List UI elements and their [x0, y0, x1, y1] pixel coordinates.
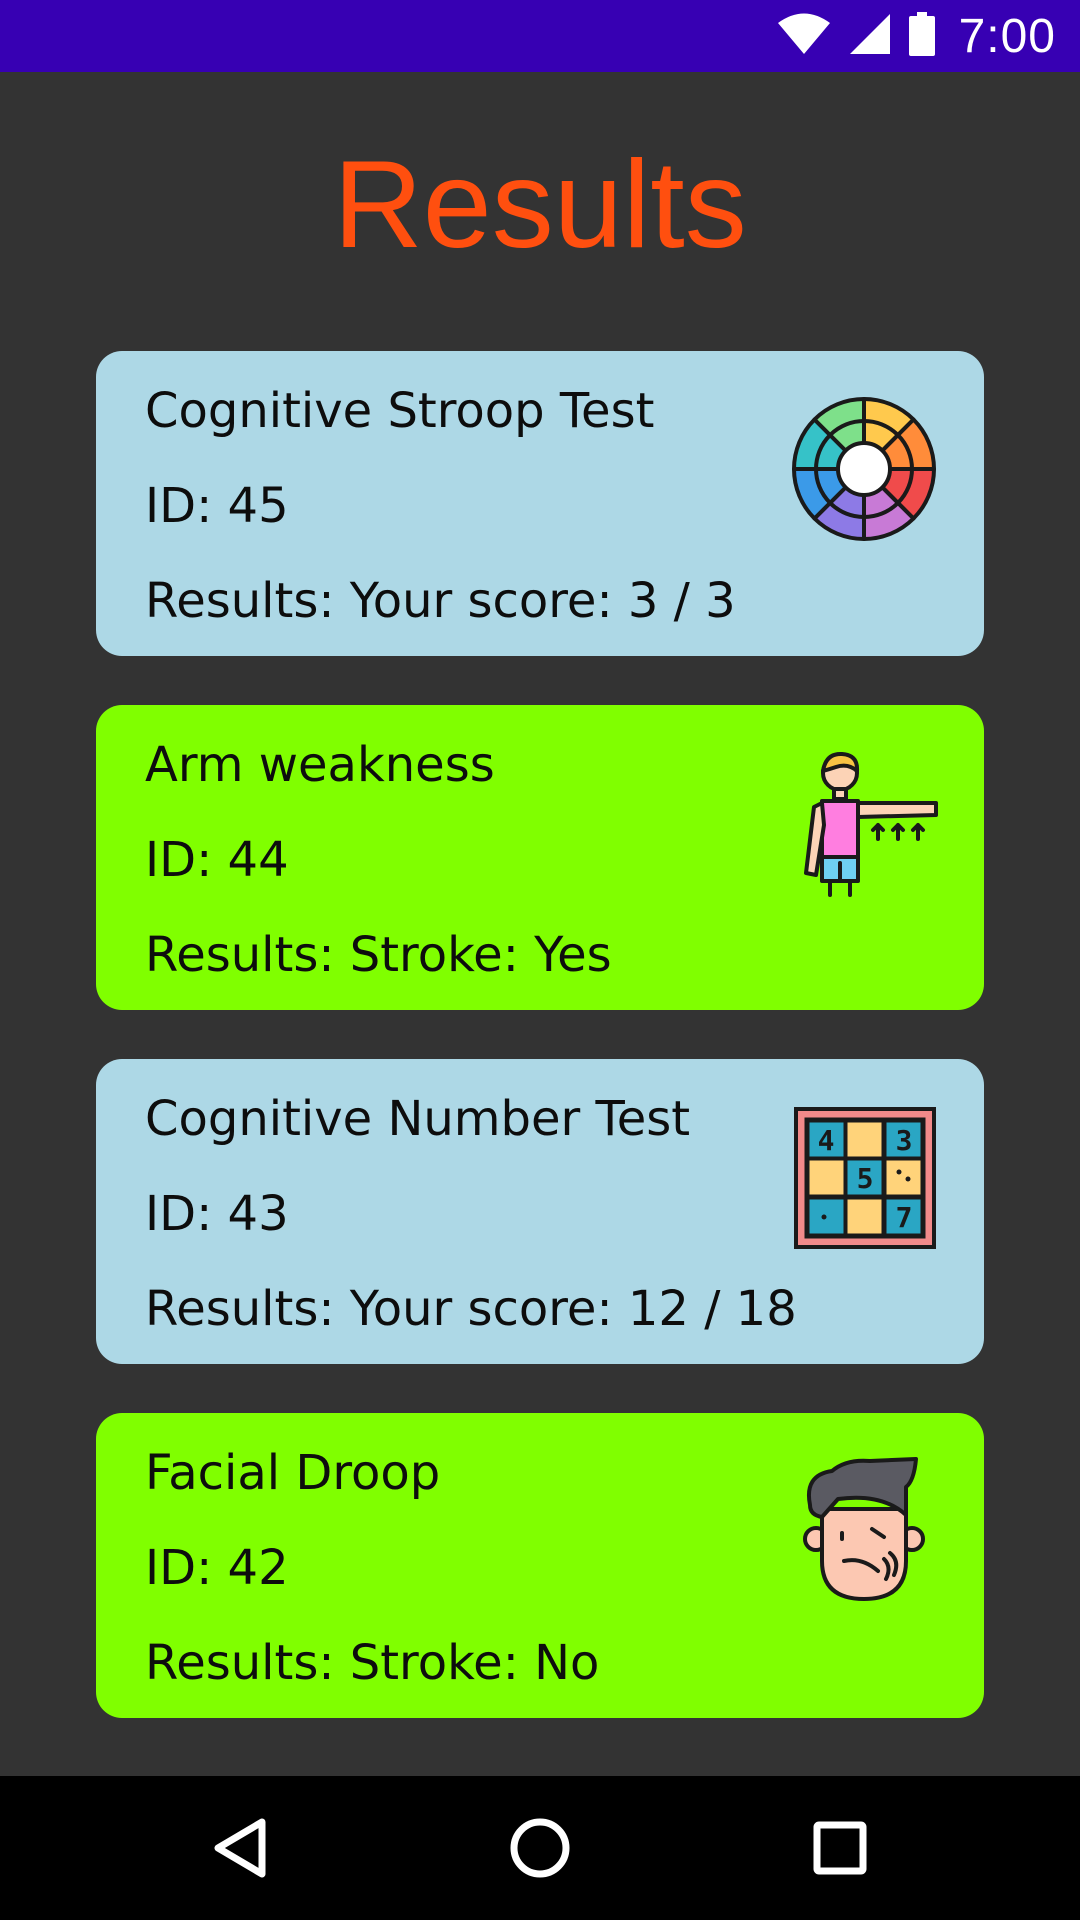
- test-result: Results: Your score: 12 / 18: [145, 1281, 797, 1337]
- test-name: Facial Droop: [145, 1445, 441, 1501]
- test-id: ID: 44: [145, 832, 289, 888]
- recents-icon[interactable]: [804, 1812, 876, 1884]
- test-result: Results: Your score: 3 / 3: [145, 573, 736, 629]
- test-result: Results: Stroke: Yes: [145, 927, 612, 983]
- results-list: Cognitive Stroop Test ID: 45 Results: Yo…: [96, 351, 984, 1767]
- test-id: ID: 42: [145, 1540, 289, 1596]
- svg-text:7: 7: [896, 1201, 913, 1234]
- test-name: Cognitive Stroop Test: [145, 383, 655, 439]
- svg-text:4: 4: [818, 1124, 835, 1157]
- result-card[interactable]: Facial Droop ID: 42 Results: Stroke: No: [96, 1413, 984, 1718]
- test-name: Arm weakness: [145, 737, 495, 793]
- droopy-face-icon: [786, 1453, 942, 1609]
- result-card[interactable]: Arm weakness ID: 44 Results: Stroke: Yes: [96, 705, 984, 1010]
- wifi-icon: [777, 13, 831, 59]
- test-name: Cognitive Number Test: [145, 1091, 691, 1147]
- svg-text:3: 3: [896, 1124, 913, 1157]
- number-grid-icon: 4 3 5 7: [786, 1099, 942, 1255]
- back-icon[interactable]: [204, 1812, 276, 1884]
- status-bar: 7:00: [0, 0, 1080, 72]
- color-wheel-icon: [786, 391, 942, 547]
- battery-icon: [908, 12, 935, 60]
- signal-icon: [849, 13, 891, 59]
- arm-raise-icon: [786, 745, 942, 901]
- navigation-bar: [0, 1776, 1080, 1920]
- page-title: Results: [333, 136, 747, 274]
- test-result: Results: Stroke: No: [145, 1635, 600, 1691]
- test-id: ID: 45: [145, 478, 289, 534]
- svg-text:5: 5: [857, 1162, 874, 1195]
- result-card[interactable]: Cognitive Number Test ID: 43 Results: Yo…: [96, 1059, 984, 1364]
- home-icon[interactable]: [504, 1812, 576, 1884]
- result-card[interactable]: Cognitive Stroop Test ID: 45 Results: Yo…: [96, 351, 984, 656]
- status-time: 7:00: [958, 9, 1056, 63]
- status-icons: 7:00: [777, 0, 1056, 72]
- test-id: ID: 43: [145, 1186, 289, 1242]
